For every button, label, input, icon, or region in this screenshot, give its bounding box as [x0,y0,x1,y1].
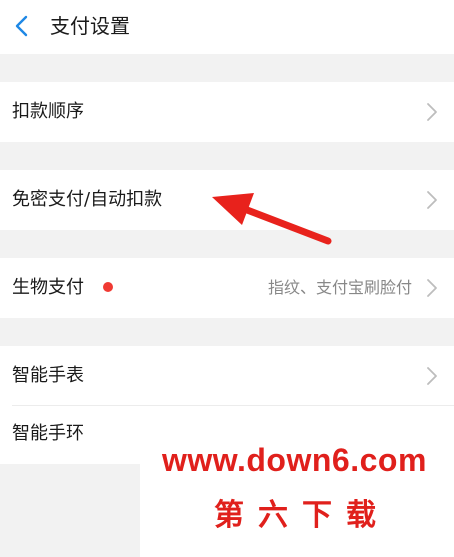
chevron-right-icon [427,191,437,209]
section-gap [0,318,454,346]
chevron-left-icon[interactable] [12,14,30,38]
chevron-right-icon [427,103,437,121]
page-title: 支付设置 [50,14,130,38]
section-gap [0,142,454,170]
list-item-subtext: 指纹、支付宝刷脸付 [267,278,412,297]
notification-dot [103,282,113,292]
list-item-label: 生物支付 [12,277,84,298]
chevron-right-icon [427,279,437,297]
list-item-label: 免密支付/自动扣款 [12,189,163,210]
watermark-url: www.down6.com [162,442,427,478]
list-item-label: 智能手表 [12,365,84,386]
list-item-deduction-order[interactable]: 扣款顺序 [0,82,454,142]
list-item-biometric-payment[interactable]: 生物支付 指纹、支付宝刷脸付 [0,258,454,318]
section-gap [0,54,454,82]
list-item-label: 扣款顺序 [12,101,84,122]
list-item-label: 智能手环 [12,423,84,444]
chevron-right-icon [427,367,437,385]
list-item-smart-watch[interactable]: 智能手表 [0,346,454,406]
watermark-title: 第六下载 [214,498,390,533]
red-arrow-icon [212,193,332,245]
empty-area [0,464,140,557]
top-bar: 支付设置 [0,0,454,54]
